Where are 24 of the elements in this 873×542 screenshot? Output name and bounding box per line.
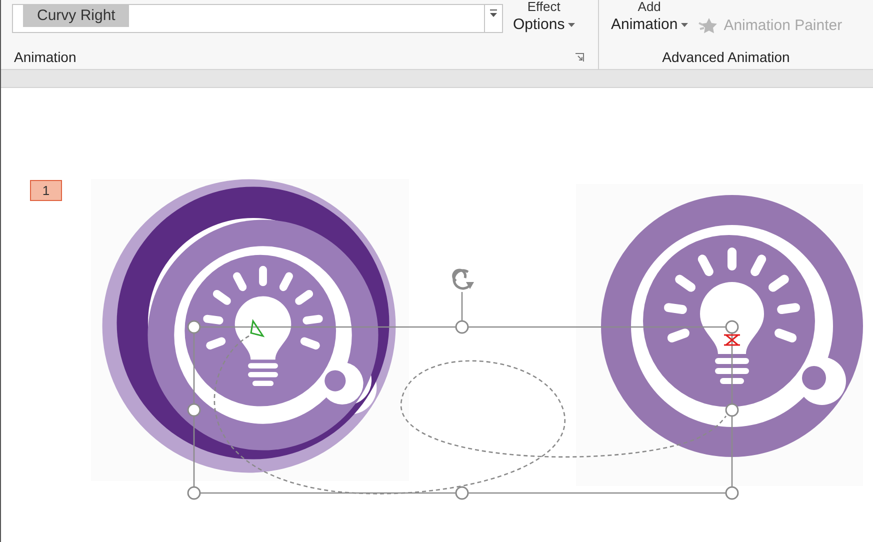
caret-icon	[680, 23, 688, 27]
resize-handle[interactable]	[725, 486, 739, 500]
more-icon	[489, 9, 498, 18]
gallery-scroll-button[interactable]	[484, 4, 503, 33]
effect-options-button[interactable]: Options	[513, 16, 575, 34]
dialog-launcher-icon[interactable]	[575, 52, 584, 62]
rotate-handle-icon[interactable]	[452, 268, 474, 290]
resize-handle[interactable]	[187, 486, 201, 500]
effect-options-label: Effect	[527, 0, 560, 14]
animation-order-tag[interactable]: 1	[30, 180, 62, 201]
add-animation-button[interactable]: Animation	[611, 16, 688, 34]
path-end-marker-icon	[723, 334, 741, 346]
caret-icon	[568, 23, 575, 27]
resize-handle[interactable]	[455, 320, 469, 334]
resize-handle[interactable]	[725, 403, 739, 417]
add-animation-label: Add	[638, 0, 661, 14]
resize-handle[interactable]	[455, 486, 469, 500]
animation-gallery-item[interactable]: Curvy Right	[23, 5, 130, 27]
resize-handle[interactable]	[725, 320, 739, 334]
group-label: Advanced Animation	[662, 48, 790, 66]
resize-handle[interactable]	[187, 403, 201, 417]
resize-handle[interactable]	[187, 320, 201, 334]
path-start-marker-icon	[250, 319, 265, 338]
group-label: Animation	[14, 48, 76, 66]
